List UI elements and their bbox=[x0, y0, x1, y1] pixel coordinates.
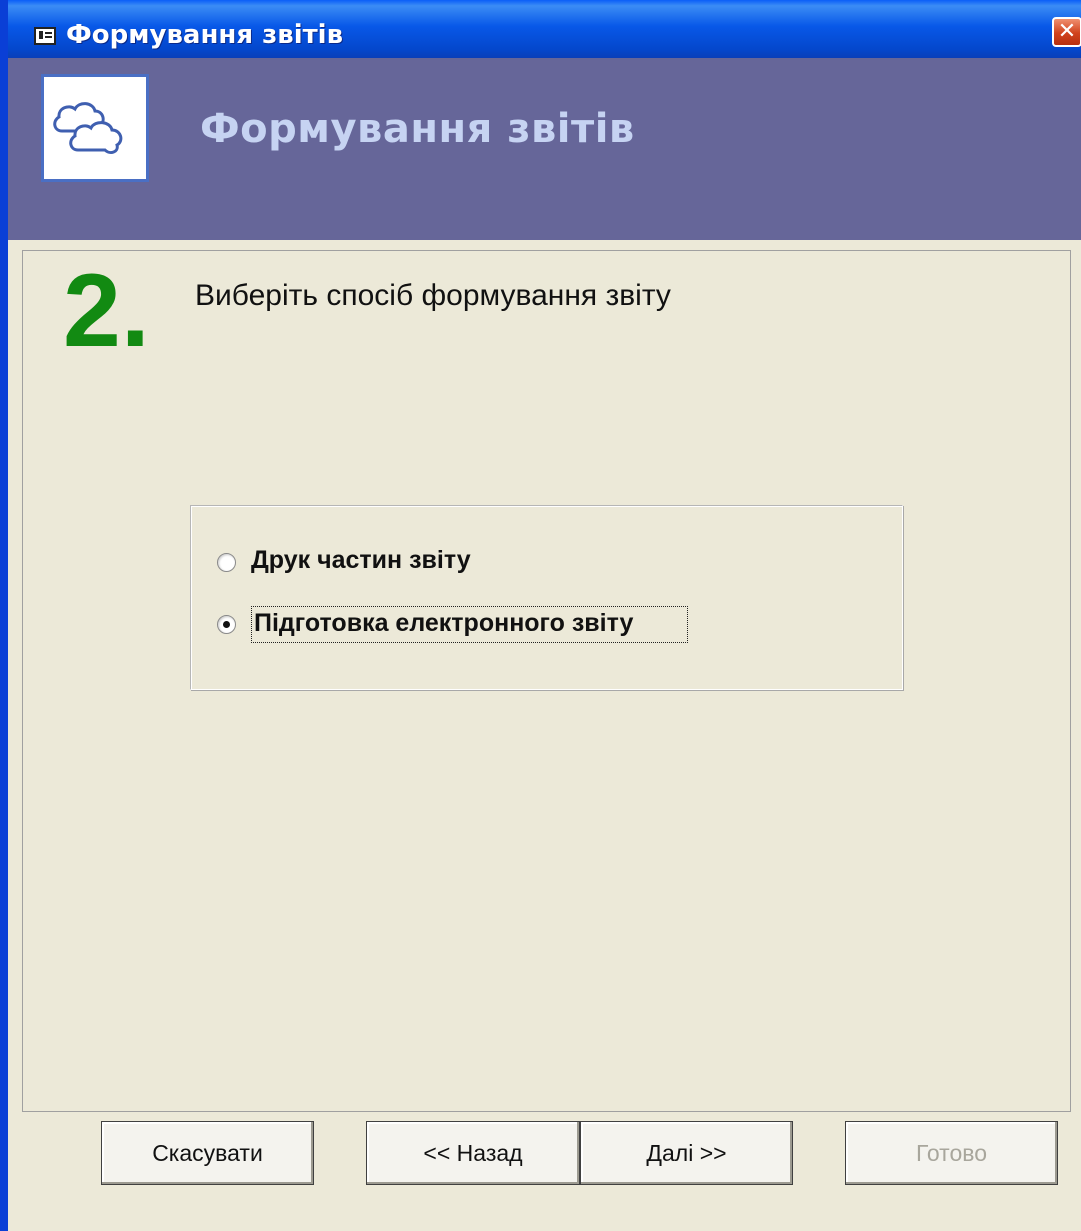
form-icon bbox=[34, 27, 56, 45]
option-label[interactable]: Друк частин звіту bbox=[251, 546, 471, 575]
title-bar[interactable]: Формування звітів ✕ bbox=[8, 0, 1081, 58]
radio-selected-dot bbox=[223, 621, 230, 628]
option-label[interactable]: Підготовка електронного звіту bbox=[251, 606, 689, 643]
option-group: Друк частин звіту Підготовка електронног… bbox=[190, 505, 903, 690]
close-icon: ✕ bbox=[1057, 19, 1077, 44]
wizard-content: 2. Виберіть спосіб формування звіту Друк… bbox=[22, 250, 1071, 1112]
finish-button[interactable]: Готово bbox=[845, 1121, 1058, 1185]
next-button[interactable]: Далі >> bbox=[580, 1121, 793, 1185]
radio-electronic-report[interactable] bbox=[217, 615, 236, 634]
step-instruction: Виберіть спосіб формування звіту bbox=[195, 279, 671, 312]
wizard-header: Формування звітів bbox=[8, 58, 1081, 240]
window-title: Формування звітів bbox=[66, 20, 344, 50]
radio-print-parts[interactable] bbox=[217, 553, 236, 572]
step-number: 2. bbox=[63, 253, 150, 369]
header-title: Формування звітів bbox=[200, 106, 635, 152]
cancel-button[interactable]: Скасувати bbox=[101, 1121, 314, 1185]
back-button[interactable]: << Назад bbox=[366, 1121, 580, 1185]
clouds-icon bbox=[41, 74, 149, 182]
wizard-window: Формування звітів ✕ Формування звітів 2.… bbox=[0, 0, 1081, 1231]
window-left-border bbox=[0, 0, 8, 1231]
close-button[interactable]: ✕ bbox=[1052, 17, 1081, 47]
